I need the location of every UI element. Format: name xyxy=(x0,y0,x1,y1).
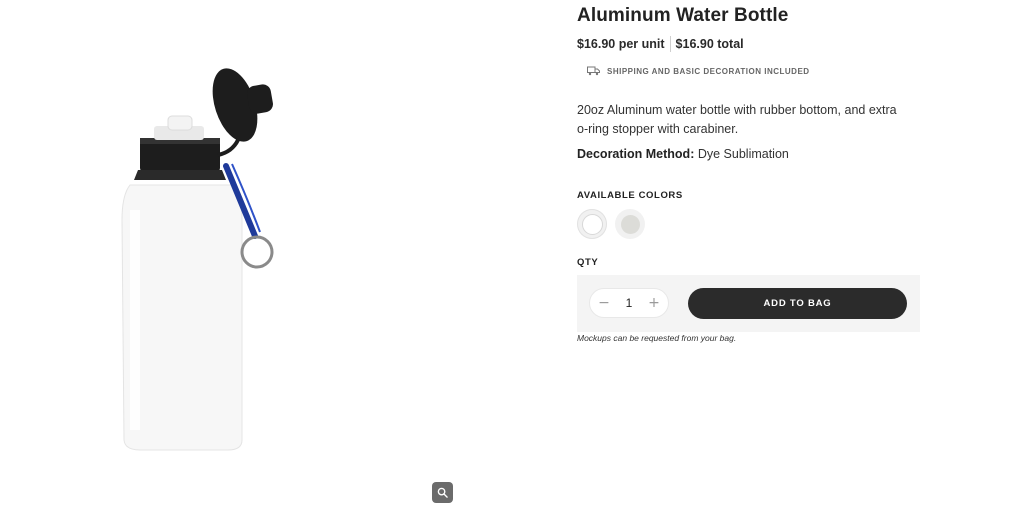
mockup-note: Mockups can be requested from your bag. xyxy=(577,333,737,343)
product-title: Aluminum Water Bottle xyxy=(577,5,789,26)
swatch-dot-white xyxy=(581,213,603,235)
quantity-stepper: − + xyxy=(589,288,669,318)
color-swatch-white[interactable] xyxy=(577,209,607,239)
product-image xyxy=(121,68,274,451)
decoration-value: Dye Sublimation xyxy=(697,147,789,161)
price-divider xyxy=(669,36,671,52)
quantity-input[interactable] xyxy=(616,293,642,313)
decoration-method: Decoration Method: Dye Sublimation xyxy=(577,147,789,161)
color-swatches xyxy=(577,209,645,239)
decoration-label: Decoration Method: xyxy=(577,147,695,161)
add-to-bag-button[interactable]: ADD TO BAG xyxy=(688,288,907,319)
price-row: $16.90 per unit $16.90 total xyxy=(577,36,744,52)
qty-label: QTY xyxy=(577,257,599,268)
product-media xyxy=(0,0,560,532)
magnifier-icon xyxy=(437,487,448,498)
price-per-unit: $16.90 per unit xyxy=(577,37,665,51)
purchase-panel: − + ADD TO BAG xyxy=(577,275,920,332)
shipping-note: SHIPPING AND BASIC DECORATION INCLUDED xyxy=(587,66,810,76)
product-description: 20oz Aluminum water bottle with rubber b… xyxy=(577,103,897,136)
increment-button[interactable]: + xyxy=(643,293,665,313)
colors-label: AVAILABLE COLORS xyxy=(577,190,683,201)
zoom-button[interactable] xyxy=(432,482,453,503)
shipping-text: SHIPPING AND BASIC DECORATION INCLUDED xyxy=(607,66,810,76)
swatch-dot-silver xyxy=(620,214,640,234)
truck-icon xyxy=(587,66,600,76)
color-swatch-silver[interactable] xyxy=(615,209,645,239)
decrement-button[interactable]: − xyxy=(593,293,615,313)
price-total: $16.90 total xyxy=(675,37,744,51)
